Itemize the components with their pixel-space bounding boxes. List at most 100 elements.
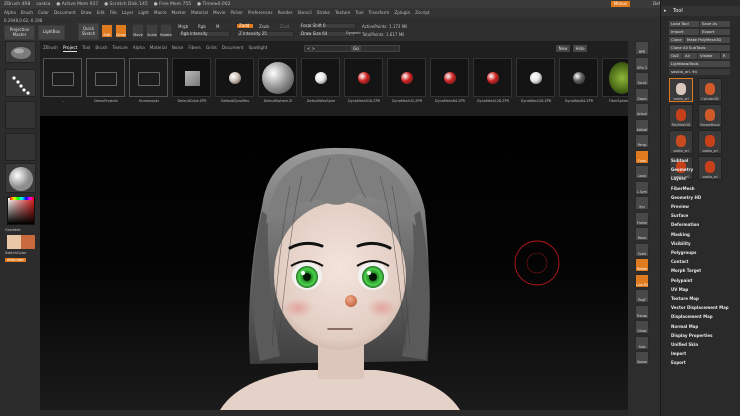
subpalette-masking[interactable]: Masking — [671, 232, 690, 237]
menu-alpha[interactable]: Alpha — [4, 10, 16, 15]
zadd-toggle[interactable]: Zadd — [236, 23, 254, 29]
menu-marker[interactable]: Marker — [172, 10, 186, 15]
make-polymesh-button[interactable]: Make PolyMesh3D — [685, 37, 730, 43]
lightbox-tab-noise[interactable]: Noise — [172, 45, 184, 52]
shelf-solo-button[interactable]: Solo — [635, 335, 649, 350]
lightbox-tab-project[interactable]: Project — [62, 45, 78, 52]
menu-tool[interactable]: Tool — [355, 10, 363, 15]
subpalette-geometry-hd[interactable]: Geometry HD — [671, 195, 701, 200]
subpalette-morph-target[interactable]: Morph Target — [671, 268, 701, 273]
subpalette-preview[interactable]: Preview — [671, 204, 689, 209]
menu-zplugin[interactable]: Zplugin — [394, 10, 410, 15]
project-thumbnail[interactable] — [387, 58, 426, 97]
shelf-l-sym-button[interactable]: L.Sym — [635, 180, 649, 195]
menu-preferences[interactable]: Preferences — [248, 10, 273, 15]
color-picker[interactable] — [7, 197, 35, 225]
alternate-button[interactable]: Alternate — [5, 258, 26, 262]
current-alpha[interactable] — [5, 101, 36, 129]
document-canvas[interactable] — [40, 116, 628, 410]
shelf-spix-3-button[interactable]: SPix 3 — [635, 56, 649, 71]
lightbox-hide-button[interactable]: Hide — [573, 45, 587, 52]
project-thumbnail[interactable] — [215, 58, 254, 97]
subpalette-layers[interactable]: Layers — [671, 176, 686, 181]
menu-picker[interactable]: Picker — [230, 10, 242, 15]
rotate-mode-button[interactable]: Rotate — [160, 24, 172, 38]
lightbox-go-button[interactable]: Go — [351, 45, 361, 52]
shelf-polyf-button[interactable]: PolyF — [635, 289, 649, 303]
shelf-local-button[interactable]: Local — [635, 165, 649, 179]
zsub-toggle[interactable]: Zsub — [259, 24, 269, 29]
tool-palette-title[interactable]: Tool — [661, 6, 740, 16]
menu-texture[interactable]: Texture — [335, 10, 350, 15]
focal-shift-slider[interactable]: Focal Shift 0 — [298, 23, 356, 29]
lightbox-tab-grids[interactable]: Grids — [206, 45, 217, 52]
folder-thumbnail[interactable] — [129, 58, 168, 97]
project-thumbnail[interactable] — [301, 58, 340, 97]
goz-visible-button[interactable]: Visible — [698, 53, 720, 59]
project-thumbnail[interactable] — [172, 58, 211, 97]
goz-button[interactable]: GoZ — [669, 53, 682, 59]
shelf-aahalf-button[interactable]: AAHalf — [635, 118, 649, 133]
shelf-xpose-button[interactable]: Xpose — [635, 351, 649, 365]
menu-stroke[interactable]: Stroke — [317, 10, 330, 15]
shelf-zoom-button[interactable]: Zoom — [635, 87, 649, 102]
subpalette-contact[interactable]: Contact — [671, 259, 688, 264]
project-thumbnail[interactable] — [430, 58, 469, 97]
clone-button[interactable]: Clone — [669, 37, 684, 43]
subpalette-import[interactable]: Import — [671, 351, 686, 356]
menu-movie[interactable]: Movie — [213, 10, 225, 15]
project-thumbnail[interactable] — [516, 58, 555, 97]
menu-render[interactable]: Render — [278, 10, 293, 15]
dynamic-toggle[interactable]: Dynamic — [346, 31, 361, 35]
menus-button[interactable]: Menus — [610, 1, 630, 7]
subpalette-vector-displacement-map[interactable]: Vector Displacement Map — [671, 305, 729, 310]
subpalette-fibermesh[interactable]: FiberMesh — [671, 186, 695, 191]
import-button[interactable]: Import — [669, 29, 699, 35]
menu-macro[interactable]: Macro — [154, 10, 167, 15]
shelf-frame-button[interactable]: Frame — [635, 211, 649, 226]
subpalette-uv-map[interactable]: UV Map — [671, 287, 688, 292]
subpalette-geometry[interactable]: Geometry — [671, 167, 693, 172]
z-intensity-slider[interactable]: Z Intensity 25 — [236, 31, 294, 37]
shelf-bpr-button[interactable]: BPR — [635, 41, 649, 55]
subpalette-normal-map[interactable]: Normal Map — [671, 324, 698, 329]
shelf-scroll-button[interactable]: Scroll — [635, 72, 649, 86]
subpalette-display-properties[interactable]: Display Properties — [671, 333, 712, 338]
subpalette-surface[interactable]: Surface — [671, 213, 688, 218]
shelf-line-fill-button[interactable]: Line Fill — [635, 273, 649, 288]
current-material[interactable] — [5, 163, 36, 193]
hue-ring[interactable] — [10, 197, 34, 200]
main-color-swatch[interactable] — [7, 235, 21, 249]
gradient-label[interactable]: Gradient — [5, 228, 21, 232]
draw-mode-button[interactable]: Draw — [115, 24, 127, 38]
subpalette-texture-map[interactable]: Texture Map — [671, 296, 699, 301]
m-toggle[interactable]: M — [216, 24, 219, 29]
menu-zscript[interactable]: Zscript — [415, 10, 430, 15]
lightbox-tab-fibers[interactable]: Fibers — [188, 45, 200, 52]
current-stroke[interactable] — [5, 69, 36, 97]
export-button[interactable]: Export — [700, 29, 730, 35]
menu-color[interactable]: Color — [38, 10, 49, 15]
edit-mode-button[interactable]: Edit — [101, 24, 113, 38]
current-brush[interactable] — [5, 41, 36, 63]
menu-draw[interactable]: Draw — [81, 10, 92, 15]
folder-thumbnail[interactable] — [86, 58, 125, 97]
menu-layer[interactable]: Layer — [122, 10, 134, 15]
rgb-toggle[interactable]: Rgb — [198, 24, 206, 29]
secondary-color-swatch[interactable] — [21, 235, 35, 249]
shelf-move-button[interactable]: Move — [635, 227, 649, 241]
lightbox-new-button[interactable]: New — [556, 45, 570, 52]
quick-sketch-button[interactable]: Quick Sketch — [78, 23, 99, 40]
lightbox-tab-alpha[interactable]: Alpha — [133, 45, 145, 52]
projection-master-button[interactable]: Projection Master — [4, 25, 35, 40]
lightbox-tab-document[interactable]: Document — [222, 45, 244, 52]
project-thumbnail[interactable] — [559, 58, 598, 97]
shelf-scale-button[interactable]: Scale — [635, 242, 649, 257]
shelf-actual-button[interactable]: Actual — [635, 103, 649, 117]
goz-r-button[interactable]: R — [721, 53, 730, 59]
subpalette-subtool[interactable]: Subtool — [671, 158, 688, 163]
mrgb-toggle[interactable]: Mrgb — [178, 24, 188, 29]
shelf-ghost-button[interactable]: Ghost — [635, 320, 649, 334]
project-thumbnail[interactable] — [473, 58, 512, 97]
current-texture[interactable] — [5, 133, 36, 161]
